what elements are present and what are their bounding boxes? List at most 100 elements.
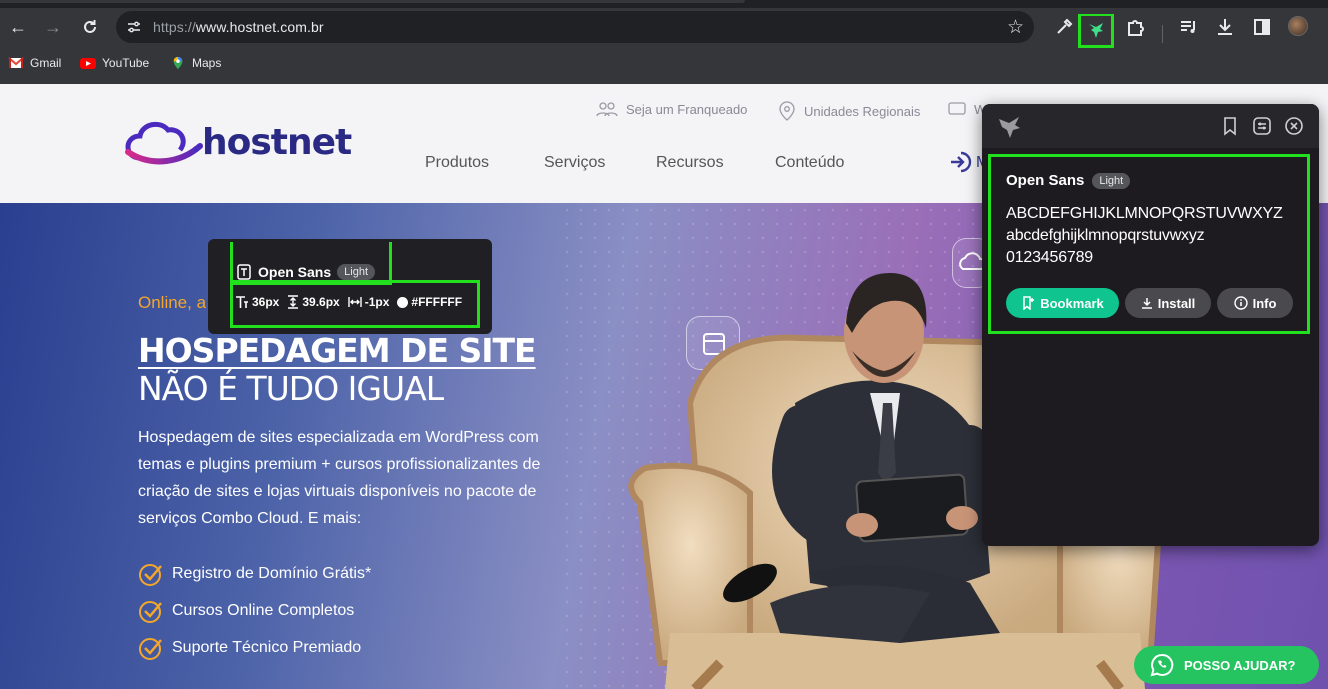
line-height-icon (288, 295, 299, 309)
bookmark-youtube[interactable]: YouTube (80, 54, 149, 72)
card-font-name: Open Sans (1006, 172, 1085, 189)
bookmarks-icon[interactable] (1220, 116, 1240, 136)
whatsapp-icon (1150, 653, 1174, 677)
toolbar-divider (1162, 25, 1163, 43)
active-tab-edge[interactable] (0, 0, 745, 3)
url-text[interactable]: https://www.hostnet.com.br (153, 19, 324, 35)
profile-avatar[interactable] (1288, 16, 1308, 36)
letter-spacing-icon (348, 297, 362, 307)
check-circle-icon (139, 601, 162, 623)
whatsapp-label: POSSO AJUDAR? (1184, 657, 1296, 673)
sample-digits: 0123456789 (1006, 249, 1093, 266)
tooltip-weight-badge: Light (337, 264, 375, 280)
bookmark-label: Gmail (30, 56, 62, 70)
font-inspector-tooltip: Open Sans Light 36px 39.6px -1px #FFFFFF (208, 239, 492, 334)
youtube-icon (80, 58, 96, 69)
bookmark-add-icon (1023, 296, 1035, 310)
hero-headline-2: NÃO É TUDO IGUAL (138, 369, 444, 408)
active-extension-highlight[interactable] (1078, 14, 1114, 48)
font-size-icon (236, 296, 248, 308)
letter-spacing-value: -1px (364, 295, 390, 309)
feature-item: Cursos Online Completos (138, 598, 354, 624)
panel-header (982, 104, 1319, 148)
bookmark-label: YouTube (102, 56, 150, 70)
line-height-metric: 39.6px (287, 295, 340, 309)
nav-recursos[interactable]: Recursos (656, 154, 724, 172)
media-playlist-icon[interactable] (1178, 16, 1200, 38)
letter-spacing-metric: -1px (348, 295, 390, 309)
nav-servicos[interactable]: Serviços (544, 154, 605, 172)
bookmark-maps[interactable]: Maps (170, 54, 221, 72)
browser-chrome: ← → https://www.hostnet.com.br ☆ Gmail Y… (0, 0, 1328, 84)
chat-icon (948, 102, 966, 115)
feature-label: Registro de Domínio Grátis* (172, 565, 372, 582)
gmail-icon (8, 57, 24, 68)
color-metric: #FFFFFF (397, 295, 462, 309)
eyedropper-icon[interactable] (1053, 16, 1075, 38)
regional-units-label: Unidades Regionais (804, 103, 921, 119)
install-button[interactable]: Install (1125, 288, 1211, 318)
font-size-value: 36px (252, 295, 280, 309)
address-bar[interactable]: https://www.hostnet.com.br ☆ (116, 11, 1034, 43)
regional-units-link[interactable]: Unidades Regionais (778, 101, 920, 121)
site-settings-icon[interactable] (126, 19, 142, 35)
font-metrics: 36px 39.6px -1px #FFFFFF (235, 295, 462, 309)
franchise-label: Seja um Franqueado (626, 101, 748, 117)
nav-produtos[interactable]: Produtos (425, 154, 489, 172)
font-size-metric: 36px (235, 295, 279, 309)
install-download-icon (1141, 298, 1152, 309)
color-value: #FFFFFF (411, 295, 463, 309)
sample-lowercase: abcdefghijklmnopqrstuvwxyz (1006, 227, 1205, 244)
hero-description: Hospedagem de sites especializada em Wor… (138, 429, 541, 527)
forward-icon[interactable]: → (40, 14, 66, 40)
fonts-extension-panel: Open Sans Light ABCDEFGHIJKLMNOPQRSTUVWX… (982, 104, 1319, 546)
color-swatch-icon (397, 296, 409, 308)
browser-toolbar: ← → https://www.hostnet.com.br ☆ (0, 8, 1328, 48)
bookmarks-bar: Gmail YouTube Maps (0, 50, 1328, 76)
bookmark-button-label: Bookmark (1040, 295, 1104, 311)
nav-conteudo[interactable]: Conteúdo (775, 154, 844, 172)
whatsapp-help-button[interactable]: POSSO AJUDAR? (1134, 646, 1319, 684)
tooltip-metrics-highlight: 36px 39.6px -1px #FFFFFF (230, 280, 480, 328)
back-icon[interactable]: ← (5, 14, 31, 40)
info-icon (1233, 296, 1248, 310)
check-circle-icon (139, 638, 162, 660)
card-weight-badge: Light (1092, 172, 1131, 189)
bookmark-button[interactable]: Bookmark (1006, 288, 1119, 318)
settings-icon[interactable] (1252, 116, 1272, 136)
bookmark-label: Maps (192, 56, 222, 70)
fonts-ninja-icon[interactable] (1085, 19, 1107, 41)
bookmark-gmail[interactable]: Gmail (8, 54, 61, 72)
hero-headline-1: HOSPEDAGEM DE SITE (138, 331, 537, 370)
line-height-value: 39.6px (302, 295, 340, 309)
info-button[interactable]: Info (1217, 288, 1293, 318)
tab-strip (0, 0, 1328, 8)
feature-item: Suporte Técnico Premiado (138, 635, 361, 661)
font-card: Open Sans Light ABCDEFGHIJKLMNOPQRSTUVWX… (988, 154, 1310, 334)
install-button-label: Install (1157, 295, 1196, 311)
bookmark-star-icon[interactable]: ☆ (1007, 16, 1024, 39)
partial-top-link[interactable]: W (948, 101, 986, 117)
download-icon[interactable] (1214, 16, 1236, 38)
feature-label: Suporte Técnico Premiado (172, 639, 362, 656)
close-icon[interactable] (1284, 116, 1304, 136)
check-circle-icon (139, 564, 162, 586)
feature-label: Cursos Online Completos (172, 602, 355, 619)
font-sample: ABCDEFGHIJKLMNOPQRSTUVWXYZ abcdefghijklm… (1006, 203, 1283, 269)
reload-icon[interactable] (77, 14, 103, 40)
sample-uppercase: ABCDEFGHIJKLMNOPQRSTUVWXYZ (1006, 205, 1283, 222)
logo-wordmark[interactable]: hostnet (202, 122, 352, 163)
ninja-logo-icon[interactable] (996, 113, 1022, 139)
tooltip-font-name: Open Sans (258, 264, 332, 280)
extensions-puzzle-icon[interactable] (1125, 16, 1147, 38)
people-icon (596, 102, 618, 117)
login-icon[interactable] (948, 150, 972, 174)
location-pin-icon (779, 101, 795, 121)
info-button-label: Info (1252, 295, 1277, 311)
feature-item: Registro de Domínio Grátis* (138, 561, 371, 587)
font-file-icon (237, 264, 251, 280)
side-panel-icon[interactable] (1251, 16, 1273, 38)
hero-eyebrow: Online, a (138, 293, 207, 312)
franchise-link[interactable]: Seja um Franqueado (596, 101, 747, 117)
maps-icon (173, 56, 183, 70)
